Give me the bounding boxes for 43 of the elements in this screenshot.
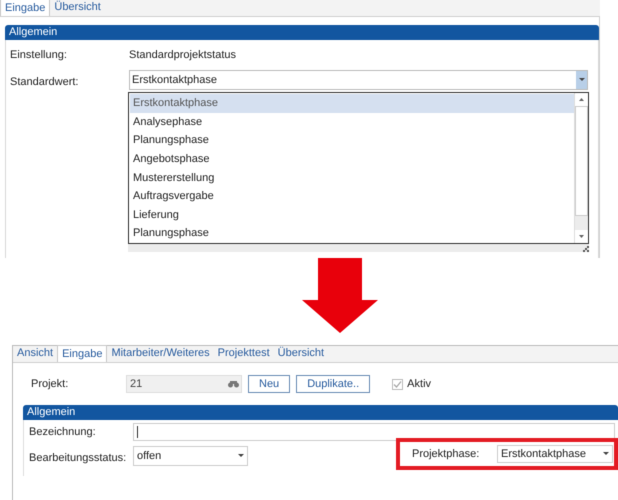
dropdown-option[interactable]: Lieferung <box>130 206 574 224</box>
default-label: Standardwert: <box>10 75 80 90</box>
tab[interactable]: Übersicht <box>50 0 105 16</box>
action-button[interactable]: Duplikate.. <box>296 375 370 393</box>
project-field[interactable]: 21 <box>126 375 242 393</box>
dropdown-option[interactable]: Erstkontaktphase <box>130 94 574 113</box>
dropdown-option[interactable]: Auftragsvergabe <box>130 187 574 206</box>
dropdown-option[interactable]: Planungsphase <box>130 131 574 150</box>
caret-icon <box>603 452 609 456</box>
binoculars-icon[interactable] <box>228 380 239 388</box>
tab[interactable]: Projekttest <box>214 345 274 362</box>
dropdown-option[interactable]: Analysephase <box>130 112 574 132</box>
section-header: Allgemein <box>23 405 618 420</box>
section-header: Allgemein <box>5 25 599 40</box>
project-label: Projekt: <box>31 376 70 392</box>
name-label: Bezeichnung: <box>29 424 97 440</box>
scroll-thumb[interactable] <box>575 106 588 216</box>
status-combobox[interactable]: offen <box>133 446 248 466</box>
tab[interactable]: Eingabe <box>0 0 50 16</box>
default-combobox[interactable]: Erstkontaktphase <box>129 70 588 90</box>
setting-label: Einstellung: <box>10 48 68 63</box>
phase-combobox[interactable]: Erstkontaktphase <box>497 445 613 463</box>
scroll-up-icon[interactable] <box>575 93 588 106</box>
tab[interactable]: Eingabe <box>57 345 108 362</box>
dropdown-option[interactable]: Mustererstellung <box>130 168 574 188</box>
name-input[interactable] <box>133 423 615 441</box>
action-button[interactable]: Neu <box>248 375 290 393</box>
tab[interactable]: Ansicht <box>13 345 58 362</box>
caret-icon <box>238 454 244 458</box>
down-arrow-icon <box>302 258 378 333</box>
active-checkbox[interactable] <box>392 378 404 390</box>
dropdown-option[interactable]: Planungsphase <box>130 224 574 243</box>
tab[interactable]: Übersicht <box>274 345 328 362</box>
resize-grip-icon[interactable] <box>583 246 589 252</box>
phase-label: Projektphase: <box>412 446 480 462</box>
tab[interactable]: Mitarbeiter/Weiteres <box>107 345 214 362</box>
dropdown-option[interactable]: Angebotsphase <box>130 150 574 168</box>
scroll-down-icon[interactable] <box>575 230 588 243</box>
setting-value: Standardprojektstatus <box>129 48 236 63</box>
scrollbar[interactable] <box>574 93 588 243</box>
caret-icon <box>578 78 584 82</box>
status-label: Bearbeitungsstatus: <box>29 451 128 466</box>
active-label: Aktiv <box>407 376 432 392</box>
